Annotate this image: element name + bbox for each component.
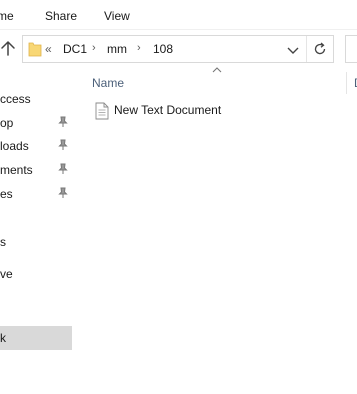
nav-item-label: loads [0, 139, 29, 153]
nav-item-quick-access[interactable]: ccess [0, 87, 72, 111]
pin-icon[interactable] [57, 116, 69, 128]
pin-icon[interactable] [57, 163, 69, 175]
tab-view[interactable]: View [104, 9, 130, 23]
folder-icon [28, 42, 42, 57]
chevron-down-icon[interactable] [285, 42, 301, 58]
up-button[interactable] [0, 38, 16, 62]
arrow-up-icon [1, 41, 15, 56]
nav-item-desktop[interactable]: op [0, 111, 72, 135]
nav-item-label: ve [0, 267, 13, 281]
nav-item-label: op [0, 116, 14, 130]
tab-home[interactable]: me [0, 9, 14, 23]
text-document-icon [95, 102, 109, 120]
nav-item-folder[interactable] [0, 206, 72, 230]
nav-item-folder[interactable]: s [0, 230, 72, 254]
nav-item-label: k [0, 331, 6, 345]
breadcrumb-overflow[interactable]: « [45, 42, 52, 56]
address-bar[interactable]: « DC1 › mm › 108 [22, 35, 334, 63]
pin-icon[interactable] [57, 139, 69, 151]
breadcrumb-separator[interactable]: › [92, 42, 96, 54]
nav-item-label: ccess [0, 92, 31, 106]
tab-share[interactable]: Share [45, 9, 77, 23]
nav-item-pictures[interactable]: es [0, 182, 72, 206]
breadcrumb-108[interactable]: 108 [153, 42, 173, 56]
column-divider[interactable] [346, 72, 347, 94]
search-input[interactable] [345, 35, 357, 63]
breadcrumb-mm[interactable]: mm [107, 42, 127, 56]
file-name: New Text Document [114, 103, 222, 117]
nav-item-documents[interactable]: ments [0, 158, 72, 182]
address-divider [306, 36, 307, 62]
nav-item-label: ments [0, 163, 33, 177]
list-item[interactable]: New Text Document [92, 100, 342, 122]
nav-item-downloads[interactable]: loads [0, 134, 72, 158]
sort-caret-up-icon [212, 67, 222, 73]
refresh-icon[interactable] [312, 41, 328, 57]
navigation-pane: ccess op loads ments es s ve k [0, 72, 74, 394]
nav-item-label: es [0, 187, 13, 201]
file-list: Name D New Text Document [74, 67, 357, 394]
breadcrumb-separator[interactable]: › [137, 42, 141, 54]
nav-item-network[interactable]: k [0, 326, 72, 350]
nav-item-onedrive[interactable]: ve [0, 262, 72, 286]
ribbon: me Share View [0, 0, 357, 30]
pin-icon[interactable] [57, 187, 69, 199]
column-header-name[interactable]: Name [92, 76, 124, 90]
breadcrumb-dc1[interactable]: DC1 [63, 42, 87, 56]
nav-item-label: s [0, 235, 6, 249]
